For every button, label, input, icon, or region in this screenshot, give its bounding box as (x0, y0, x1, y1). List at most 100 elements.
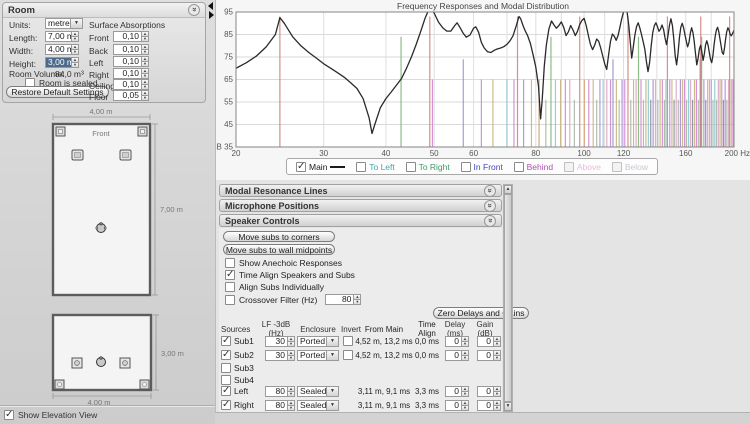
crossover-spinner[interactable]: 80▲▼ (325, 294, 361, 305)
legend-to-left-checkbox[interactable] (356, 162, 366, 172)
dropdown-arrow-icon[interactable]: ▼ (326, 387, 338, 396)
spinner-buttons[interactable]: ▲▼ (461, 386, 469, 397)
legend-item-to-left[interactable]: To Left (356, 162, 395, 172)
crossover-checkbox[interactable] (225, 295, 235, 305)
scroll-up-icon[interactable]: ▲ (504, 185, 512, 194)
legend-item-to-right[interactable]: To Right (406, 162, 450, 172)
absorption-front-spinner[interactable]: 0,10▲▼ (113, 31, 149, 42)
frequency-response-plot[interactable]: 958575655545dB 3520304050608010012016020… (216, 0, 750, 158)
sub2-enclosure-select[interactable]: Ported▼ (297, 350, 339, 361)
spinner-buttons[interactable]: ▲▼ (141, 79, 149, 90)
scroll-down-icon[interactable]: ▼ (504, 402, 512, 411)
sub1-delay-spinner[interactable]: 0▲▼ (445, 336, 469, 347)
sub4-enable-checkbox[interactable] (221, 375, 231, 385)
length-spinner[interactable]: 7,00 m▲▼ (45, 31, 79, 42)
absorption-back-spinner[interactable]: 0,10▲▼ (113, 44, 149, 55)
absorption-ceiling-spinner[interactable]: 0,10▲▼ (113, 79, 149, 90)
accordion-microphone-positions[interactable]: Microphone Positions » (219, 199, 502, 212)
left-enable-checkbox[interactable] (221, 386, 231, 396)
plan-sub2-icon[interactable] (138, 127, 147, 136)
move-subs-midpoints-button[interactable]: Move subs to wall midpoints (223, 244, 335, 255)
time-align-checkbox[interactable] (225, 270, 235, 280)
sub1-enclosure-select[interactable]: Ported▼ (297, 336, 339, 347)
dropdown-arrow-icon[interactable]: ▼ (326, 337, 338, 346)
sub2-enable-checkbox[interactable] (221, 350, 231, 360)
expand-icon[interactable]: » (484, 200, 496, 212)
legend-main-checkbox[interactable] (296, 162, 306, 172)
collapse-icon[interactable]: « (484, 215, 496, 227)
elevation-right-speaker-icon[interactable] (120, 358, 130, 368)
legend-item-behind[interactable]: Behind (514, 162, 553, 172)
elevation-sub1-icon[interactable] (55, 380, 64, 389)
elevation-left-speaker-icon[interactable] (72, 358, 82, 368)
spinner-buttons[interactable]: ▲▼ (141, 31, 149, 42)
scrollbar-thumb[interactable] (504, 194, 512, 402)
spinner-buttons[interactable]: ▲▼ (353, 294, 361, 305)
right-gain-spinner[interactable]: 0▲▼ (477, 400, 501, 411)
elevation-sub2-icon[interactable] (140, 380, 149, 389)
spinner-buttons[interactable]: ▲▼ (493, 386, 501, 397)
spinner-buttons[interactable]: ▲▼ (461, 350, 469, 361)
pane-splitter[interactable] (207, 0, 215, 424)
sub2-lf-spinner[interactable]: 30▲▼ (265, 350, 295, 361)
sub2-delay-spinner[interactable]: 0▲▼ (445, 350, 469, 361)
dropdown-arrow-icon[interactable]: ▼ (326, 351, 338, 360)
move-subs-corners-button[interactable]: Move subs to corners (223, 231, 335, 242)
sub1-gain-spinner[interactable]: 0▲▼ (477, 336, 501, 347)
legend-in-front-checkbox[interactable] (461, 162, 471, 172)
left-gain-spinner[interactable]: 0▲▼ (477, 386, 501, 397)
absorption-right-spinner[interactable]: 0,10▲▼ (113, 68, 149, 79)
sub3-enable-checkbox[interactable] (221, 363, 231, 373)
legend-item-in-front[interactable]: In Front (461, 162, 503, 172)
align-subs-checkbox[interactable] (225, 282, 235, 292)
spinner-buttons[interactable]: ▲▼ (71, 31, 79, 42)
accordion-modal-resonance-lines[interactable]: Modal Resonance Lines » (219, 184, 502, 197)
spinner-buttons[interactable]: ▲▼ (461, 336, 469, 347)
width-spinner[interactable]: 4,00 m▲▼ (45, 44, 79, 55)
vertical-scrollbar[interactable]: ▲ ▼ (503, 184, 513, 412)
sub2-invert-checkbox[interactable] (343, 350, 353, 360)
spinner-buttons[interactable]: ▲▼ (287, 336, 295, 347)
right-enable-checkbox[interactable] (221, 400, 231, 410)
spinner-buttons[interactable]: ▲▼ (71, 44, 79, 55)
spinner-buttons[interactable]: ▲▼ (287, 350, 295, 361)
dropdown-arrow-icon[interactable]: ▼ (70, 19, 82, 28)
collapse-right-icon[interactable] (209, 11, 214, 19)
spinner-buttons[interactable]: ▲▼ (461, 400, 469, 411)
legend-to-right-checkbox[interactable] (406, 162, 416, 172)
spinner-buttons[interactable]: ▲▼ (141, 56, 149, 67)
left-delay-spinner[interactable]: 0▲▼ (445, 386, 469, 397)
legend-behind-checkbox[interactable] (514, 162, 524, 172)
left-enclosure-select[interactable]: Sealed▼ (297, 386, 339, 397)
spinner-buttons[interactable]: ▲▼ (493, 336, 501, 347)
right-enclosure-select[interactable]: Sealed▼ (297, 400, 339, 411)
sub2-gain-spinner[interactable]: 0▲▼ (477, 350, 501, 361)
sub1-lf-spinner[interactable]: 30▲▼ (265, 336, 295, 347)
right-lf-spinner[interactable]: 80▲▼ (265, 400, 295, 411)
plan-sub1-icon[interactable] (56, 127, 65, 136)
elevation-listener-icon[interactable] (97, 357, 106, 367)
sub1-enable-checkbox[interactable] (221, 336, 231, 346)
zero-delays-gains-button[interactable]: Zero Delays and Gains (433, 307, 529, 319)
units-select[interactable]: metres▼ (45, 18, 83, 29)
spinner-buttons[interactable]: ▲▼ (287, 400, 295, 411)
spinner-buttons[interactable]: ▲▼ (493, 350, 501, 361)
show-elevation-checkbox[interactable] (4, 410, 14, 420)
expand-icon[interactable]: » (484, 185, 496, 197)
spinner-buttons[interactable]: ▲▼ (71, 57, 79, 68)
left-lf-spinner[interactable]: 80▲▼ (265, 386, 295, 397)
height-spinner[interactable]: 3,00 m▲▼ (45, 57, 79, 68)
plan-left-speaker-icon[interactable] (72, 150, 83, 160)
collapse-panel-icon[interactable]: « (188, 4, 200, 16)
sub1-invert-checkbox[interactable] (343, 336, 353, 346)
right-delay-spinner[interactable]: 0▲▼ (445, 400, 469, 411)
spinner-buttons[interactable]: ▲▼ (287, 386, 295, 397)
spinner-buttons[interactable]: ▲▼ (141, 90, 149, 101)
spinner-buttons[interactable]: ▲▼ (141, 68, 149, 79)
dropdown-arrow-icon[interactable]: ▼ (326, 401, 338, 410)
accordion-speaker-controls[interactable]: Speaker Controls « (219, 214, 502, 227)
show-anechoic-checkbox[interactable] (225, 258, 235, 268)
plan-right-speaker-icon[interactable] (120, 150, 131, 160)
room-panel-header[interactable]: Room « (3, 3, 205, 18)
legend-item-main[interactable]: Main (296, 162, 345, 172)
